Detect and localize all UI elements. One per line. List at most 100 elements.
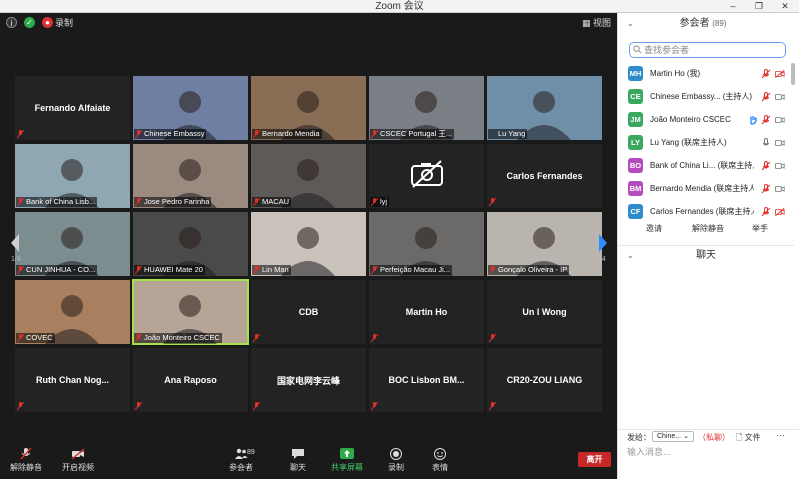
recipient-select[interactable]: Chine... ⌄ <box>652 431 694 442</box>
mic-muted-icon <box>135 334 142 342</box>
reactions-button[interactable]: 表情 <box>430 448 450 473</box>
video-tile[interactable]: Perfeição Macau Ji... <box>369 212 484 276</box>
record-button[interactable]: 录制 <box>386 448 406 473</box>
participants-total: (89) <box>712 19 727 28</box>
participant-row[interactable]: MH Martin Ho (我) <box>618 63 794 86</box>
participant-row[interactable]: LY Lu Yang (联席主持人) <box>618 132 794 155</box>
video-tile[interactable]: Fernando Alfaiate <box>15 76 130 140</box>
participant-row[interactable]: BO Bank of China Li... (联席主持人) <box>618 155 794 178</box>
participant-name: 国家电网李云峰 <box>276 375 340 386</box>
camera-icon <box>775 186 785 192</box>
video-tile[interactable]: MACAU <box>251 144 366 208</box>
video-tile[interactable]: 国家电网李云峰 <box>251 348 366 412</box>
participant-row[interactable]: BM Bernardo Mendia (联席主持人) <box>618 178 794 201</box>
chat-send-row: 发给： Chine... ⌄ （私聊） 🗋 文件 ··· <box>618 429 799 443</box>
video-tile[interactable]: CR20-ZOU LIANG <box>487 348 602 412</box>
camera-off-icon <box>71 448 85 460</box>
chevron-down-icon[interactable]: ⌄ <box>627 246 634 266</box>
video-tile[interactable]: CSCEC Portugal 王... <box>369 76 484 140</box>
mute-all-button[interactable]: 解除静音 <box>692 221 724 237</box>
page-indicator-left: 1/4 <box>11 256 21 263</box>
video-tile[interactable]: Ruth Chan Nog... <box>15 348 130 412</box>
close-button[interactable]: ✕ <box>774 0 796 12</box>
participant-row[interactable]: CE Chinese Embassy... (主持人) <box>618 86 794 109</box>
share-screen-icon <box>340 448 354 459</box>
video-tile[interactable]: CUN JINHUA - CO... <box>15 212 130 276</box>
raise-hand-button[interactable]: 举手 <box>752 221 768 237</box>
participant-name: Fernando Alfaiate <box>34 103 111 113</box>
recording-label: 录制 <box>55 18 74 28</box>
camera-off-icon <box>411 160 443 188</box>
participant-name-label: CUN JINHUA - CO... <box>16 265 98 275</box>
mic-muted-icon <box>761 161 771 171</box>
chat-button[interactable]: 聊天 <box>288 448 308 473</box>
next-page-arrow-icon[interactable] <box>598 233 608 253</box>
grid-icon: ▦ <box>581 18 593 28</box>
mic-muted-icon <box>253 266 260 274</box>
video-tile[interactable]: Un I Wong <box>487 280 602 344</box>
participant-row-name: Lu Yang (联席主持人) <box>650 138 727 147</box>
avatar: CF <box>628 204 643 219</box>
leave-meeting-button[interactable]: 离开 <box>578 452 611 467</box>
more-options-button[interactable]: ··· <box>776 430 785 440</box>
mic-muted-icon <box>489 266 496 274</box>
video-tile[interactable]: CDB <box>251 280 366 344</box>
prev-page-arrow-icon[interactable] <box>10 233 20 253</box>
view-button[interactable]: ▦ 视图 <box>582 16 611 30</box>
mic-muted-icon <box>489 198 496 206</box>
participant-row[interactable]: JM João Monteiro CSCEC <box>618 109 794 132</box>
camera-off-icon <box>775 69 785 79</box>
raised-hand-icon <box>750 116 757 125</box>
video-tile[interactable]: Bank of China Lisb... <box>15 144 130 208</box>
participant-search-input[interactable]: 查找参会者 <box>629 42 786 58</box>
participant-row-name: João Monteiro CSCEC <box>650 115 731 124</box>
participant-name: CDB <box>298 307 319 317</box>
send-to-label: 发给： <box>627 433 651 442</box>
video-tile[interactable]: Martin Ho <box>369 280 484 344</box>
video-tile[interactable]: Jose Pedro Farinha <box>133 144 248 208</box>
video-tile[interactable]: HUAWEI Mate 20 <box>133 212 248 276</box>
avatar: BO <box>628 158 643 173</box>
chat-message-input[interactable]: 输入消息... <box>627 445 671 458</box>
mic-muted-icon <box>135 198 142 206</box>
share-screen-button[interactable]: 共享屏幕 <box>330 448 364 473</box>
video-tile[interactable]: Bernardo Mendia <box>251 76 366 140</box>
meeting-toolbar: 解除静音 开启视频 参会者 89 聊天 共享屏幕 录制 表情 <box>0 444 617 479</box>
camera-off-icon <box>775 207 785 217</box>
participant-name: Ana Raposo <box>164 375 217 385</box>
video-tile[interactable]: João Monteiro CSCEC <box>132 279 249 345</box>
chevron-down-icon[interactable]: ⌄ <box>627 13 634 35</box>
video-grid: Fernando Alfaiate Chinese Embassy Bernardo… <box>15 76 605 412</box>
participant-name: Ruth Chan Nog... <box>36 375 109 385</box>
window-title: Zoom 会议 <box>375 1 424 12</box>
video-tile[interactable]: BOC Lisbon BM... <box>369 348 484 412</box>
video-tile[interactable]: COVEC <box>15 280 130 344</box>
invite-button[interactable]: 邀请 <box>646 221 662 237</box>
video-tile[interactable]: lyj <box>369 144 484 208</box>
video-tile[interactable]: Lin Man <box>251 212 366 276</box>
video-tile[interactable]: Gonçalo Oliveira - IP <box>487 212 602 276</box>
participant-actions: 邀请 解除静音 举手 <box>618 221 794 237</box>
participant-row-name: Bank of China Li... (联席主持人) <box>650 161 754 170</box>
restore-button[interactable]: ❐ <box>748 0 770 12</box>
video-tile[interactable]: Lu Yang <box>487 76 602 140</box>
video-tile[interactable]: Carlos Fernandes <box>487 144 602 208</box>
unmute-button[interactable]: 解除静音 <box>8 448 44 473</box>
video-tile[interactable]: Chinese Embassy <box>133 76 248 140</box>
mic-muted-icon <box>135 130 142 138</box>
participant-name-label: CSCEC Portugal 王... <box>370 129 455 139</box>
shield-icon[interactable]: ✓ <box>24 17 35 28</box>
participant-list-scrollbar[interactable] <box>791 63 795 85</box>
mic-muted-icon <box>253 198 260 206</box>
mic-muted-icon <box>761 184 771 194</box>
minimize-button[interactable]: – <box>722 0 744 12</box>
start-video-button[interactable]: 开启视频 <box>60 448 96 473</box>
info-icon[interactable]: i <box>6 17 17 28</box>
participant-row-name: Chinese Embassy... (主持人) <box>650 92 753 101</box>
participant-name-label: Bernardo Mendia <box>252 129 322 139</box>
file-button[interactable]: 🗋 文件 <box>736 432 761 446</box>
page-indicator-right: 1/4 <box>596 256 606 263</box>
video-tile[interactable]: Ana Raposo <box>133 348 248 412</box>
mic-muted-icon <box>253 334 260 342</box>
side-panel: ⌄ 参会者 (89) 查找参会者 MH Martin Ho (我) CE Chines… <box>617 13 799 479</box>
